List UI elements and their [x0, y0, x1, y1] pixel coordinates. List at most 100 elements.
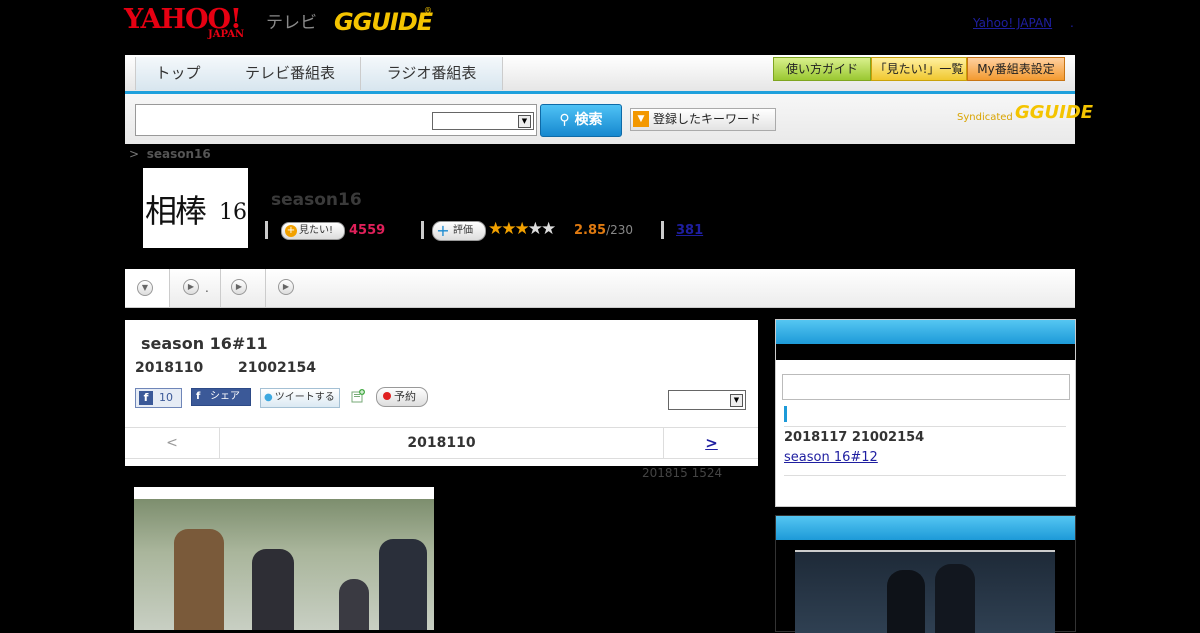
rating-value: 2.85 — [574, 223, 607, 238]
tweet-label: ツイートする — [274, 392, 335, 403]
gguide-logo[interactable]: GGUIDE ® — [334, 6, 434, 42]
registered-mark: ® — [424, 6, 432, 15]
syndicated-label: Syndicated — [957, 112, 1013, 123]
pager-prev-button[interactable]: < — [125, 428, 220, 458]
nav-tab-top[interactable]: トップ — [135, 57, 221, 90]
tv-label: テレビ — [266, 13, 317, 33]
person-figure — [252, 549, 294, 630]
want-to-watch-label: 見たい! — [299, 225, 334, 236]
saved-keywords-label: 登録したキーワード — [653, 112, 762, 126]
divider — [784, 475, 1066, 476]
plus-icon: + — [436, 221, 450, 240]
want-to-watch-button[interactable]: + 見たい! — [281, 222, 345, 240]
play-icon: ▶ — [183, 279, 199, 295]
gguide-logo-text: GGUIDE — [334, 8, 433, 36]
search-bar: ▼ ⚲ 検索 ▼ 登録したキーワード Syndicated GGUIDE — [125, 94, 1093, 144]
yahoo-logo-sub: JAPAN — [208, 29, 245, 40]
share-label: シェア — [210, 391, 240, 402]
add-to-calendar-icon[interactable] — [351, 388, 365, 403]
sidebar-input[interactable] — [782, 374, 1070, 400]
search-button[interactable]: ⚲ 検索 — [540, 104, 622, 137]
panel-header — [776, 516, 1075, 540]
thumbnail-title: 相棒 — [145, 192, 207, 230]
want-to-watch-count: 4559 — [349, 223, 386, 238]
subtab-2-label: . — [205, 281, 209, 295]
episode-subtabs: ▼ ▶ . ▶ ▶ — [125, 269, 1075, 308]
pager-next-button[interactable]: > — [663, 428, 759, 458]
breadcrumb: > season16 — [129, 147, 211, 161]
person-figure — [174, 529, 224, 630]
episode-time: 21002154 — [238, 360, 316, 376]
my-schedule-settings-button[interactable]: My番組表設定 — [967, 57, 1065, 81]
episode-panel: season 16#11 2018110 21002154 f 10 f シェア ●… — [125, 320, 758, 466]
header-dot: . — [1070, 16, 1074, 30]
record-dot-icon — [383, 392, 391, 400]
guide-button[interactable]: 使い方ガイド — [773, 57, 871, 81]
program-key-visual[interactable] — [795, 550, 1055, 633]
plus-icon: + — [285, 225, 297, 237]
reserve-button[interactable]: 予約 — [376, 387, 428, 407]
star-icon: ★ — [541, 219, 556, 239]
rate-label: 評価 — [453, 225, 473, 236]
subtab-3[interactable]: ▶ — [221, 269, 266, 307]
panel-header — [776, 320, 1075, 344]
twitter-bird-icon: ● — [264, 392, 273, 403]
updated-timestamp: 201815 1524 — [642, 466, 723, 480]
facebook-like-button[interactable]: f 10 — [135, 388, 182, 408]
facebook-icon: f — [196, 391, 201, 402]
reserve-label: 予約 — [394, 390, 416, 403]
tweet-button[interactable]: ● ツイートする — [260, 388, 340, 408]
triangle-down-icon: ▼ — [633, 111, 649, 127]
episode-date: 2018110 — [135, 360, 204, 376]
watchlist-button[interactable]: 「見たい!」一覧 — [871, 57, 967, 81]
divider — [784, 426, 1066, 427]
episode-photo — [134, 487, 434, 630]
play-icon: ▶ — [278, 279, 294, 295]
rating-denominator: /230 — [606, 223, 634, 237]
episode-title: season 16#11 — [141, 334, 268, 353]
chevron-down-icon: ▼ — [518, 115, 531, 128]
rate-button[interactable]: + 評価 — [432, 221, 486, 241]
search-button-label: 検索 — [574, 112, 603, 128]
related-panel — [775, 515, 1076, 633]
rating-score: 2.85/230 — [574, 223, 633, 238]
play-icon: ▶ — [231, 279, 247, 295]
saved-keywords-button[interactable]: ▼ 登録したキーワード — [630, 108, 776, 131]
next-episode-panel: 2018117 21002154 season 16#12 — [775, 319, 1076, 507]
star-icon: ★ — [501, 219, 516, 239]
chevron-down-icon: ▼ — [730, 394, 743, 407]
search-category-select[interactable]: ▼ — [432, 112, 534, 130]
like-count: 10 — [159, 391, 173, 404]
photo-scene — [134, 499, 434, 630]
pager-current-date: 2018110 — [407, 435, 476, 451]
subtab-2[interactable]: ▶ . — [170, 269, 221, 307]
person-figure — [339, 579, 369, 630]
nav-tab-tv-schedule[interactable]: テレビ番組表 — [220, 57, 361, 90]
review-count-link[interactable]: 381 — [676, 223, 703, 238]
main-nav: トップ テレビ番組表 ラジオ番組表 使い方ガイド 「見たい!」一覧 My番組表設… — [125, 55, 1075, 94]
yahoo-japan-logo[interactable]: YAHOO! JAPAN — [124, 5, 264, 43]
search-icon: ⚲ — [559, 112, 570, 128]
breadcrumb-current: season16 — [146, 147, 211, 161]
program-thumbnail: 相棒 16 — [143, 168, 248, 248]
facebook-share-button[interactable]: f シェア — [191, 388, 251, 406]
next-episode-link[interactable]: season 16#12 — [784, 450, 878, 465]
subtab-1[interactable]: ▼ — [125, 269, 170, 307]
facebook-icon: f — [139, 391, 153, 405]
divider — [661, 221, 664, 239]
person-figure — [379, 539, 427, 630]
episode-select[interactable]: ▼ — [668, 390, 746, 410]
divider — [421, 221, 424, 239]
breadcrumb-separator: > — [129, 147, 140, 161]
program-title: season16 — [271, 190, 362, 210]
next-episode-datetime: 2018117 21002154 — [784, 430, 925, 445]
subtab-4[interactable]: ▶ — [266, 269, 310, 307]
episode-pager: < 2018110 > — [125, 427, 758, 459]
section-marker — [784, 406, 787, 422]
yahoo-japan-link[interactable]: Yahoo! JAPAN — [973, 16, 1052, 30]
person-figure — [935, 564, 975, 633]
divider — [265, 221, 268, 239]
nav-tab-radio-schedule[interactable]: ラジオ番組表 — [361, 57, 503, 90]
person-figure — [887, 570, 925, 633]
panel-band — [776, 344, 1075, 360]
